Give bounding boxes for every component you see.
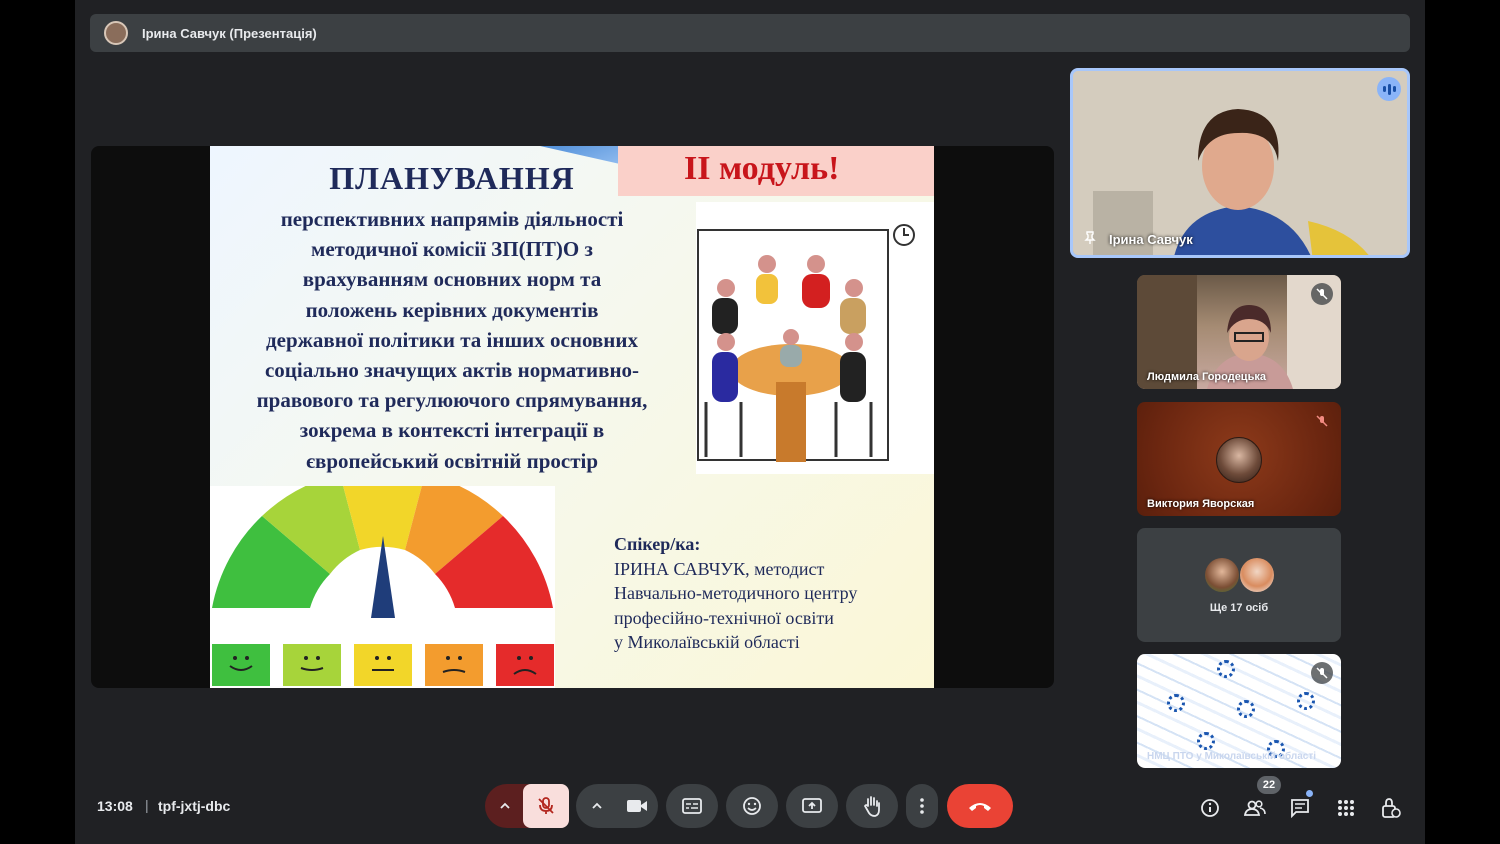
participant-tile[interactable]: Виктория Яворская — [1137, 402, 1341, 516]
hang-up-icon — [969, 803, 991, 811]
pin-icon — [1084, 231, 1096, 244]
speaker-line: ІРИНА САВЧУК, методист — [614, 558, 825, 579]
mic-off-icon — [1311, 410, 1333, 432]
raise-hand-button[interactable] — [846, 784, 898, 828]
others-count-label: Ще 17 осіб — [1209, 602, 1269, 614]
presenter-bar: Ірина Савчук (Презентація) — [90, 14, 1410, 52]
captions-icon — [682, 798, 702, 814]
reactions-button[interactable] — [726, 784, 778, 828]
mic-off-icon — [538, 797, 554, 814]
slide-body-line: положень керівних документів — [305, 297, 599, 322]
camera-toggle-button[interactable] — [620, 798, 654, 814]
present-screen-button[interactable] — [786, 784, 838, 828]
avatar — [1205, 558, 1239, 592]
participant-name: Виктория Яворская — [1147, 498, 1255, 510]
host-controls-lock-icon[interactable] — [1377, 794, 1405, 822]
participant-tile[interactable]: НМЦ ПТО у Миколаївській області — [1137, 654, 1341, 768]
more-vert-icon — [920, 798, 924, 814]
slide-body-line: правового та регулюючого спрямування, — [256, 388, 648, 413]
shared-screen[interactable]: ІІ модуль! ПЛАНУВАННЯ перспективних напр… — [91, 146, 1054, 688]
slide-body-line: врахуванням основних норм та — [302, 267, 602, 292]
slide-title: ПЛАНУВАННЯ — [329, 160, 575, 196]
control-bar: 13:08 | tpf-jxtj-dbc 22 — [75, 776, 1425, 836]
slide-body-line: соціально значущих актів нормативно- — [264, 358, 640, 383]
camera-control-group — [576, 784, 658, 828]
participant-tile[interactable]: Людмила Городецька — [1137, 275, 1341, 389]
activities-icon[interactable] — [1332, 794, 1360, 822]
presenter-avatar — [104, 21, 128, 45]
emoji-icon — [743, 797, 761, 815]
avatar — [1240, 558, 1274, 592]
captions-button[interactable] — [666, 784, 718, 828]
participant-name: Ірина Савчук — [1109, 232, 1193, 247]
people-icon[interactable] — [1241, 794, 1269, 822]
logo-pattern — [1237, 700, 1255, 718]
camera-options-chevron-icon[interactable] — [584, 800, 610, 812]
participant-name: НМЦ ПТО у Миколаївській області — [1147, 751, 1317, 762]
slide-body-line: державної політики та інших основних — [266, 327, 638, 352]
slide-body-line: перспективних напрямів діяльності — [280, 207, 624, 231]
speaker-label: Спікер/ка: — [614, 534, 701, 554]
speaker-line: у Миколаївській області — [614, 632, 800, 652]
hand-icon — [863, 796, 880, 817]
present-icon — [802, 798, 822, 813]
mic-toggle-button[interactable] — [523, 784, 569, 828]
logo-pattern — [1297, 692, 1315, 710]
speaker-line: професійно-технічної освіти — [614, 607, 834, 628]
meeting-info-icon[interactable] — [1196, 794, 1224, 822]
meeting-code: tpf-jxtj-dbc — [158, 798, 231, 814]
satisfaction-gauge — [210, 486, 555, 688]
slide-body-line: методичної комісії ЗП(ПТ)О з — [311, 237, 593, 262]
slide-body: перспективних напрямів діяльності методи… — [210, 204, 694, 476]
mic-options-chevron-icon[interactable] — [485, 784, 525, 828]
speaking-indicator-icon — [1377, 77, 1401, 101]
slide-body-line: європейський освітній простір — [305, 448, 599, 473]
logo-pattern — [1217, 660, 1235, 678]
meeting-time: 13:08 — [97, 798, 133, 814]
end-call-button[interactable] — [947, 784, 1013, 828]
mic-control-group — [485, 784, 569, 828]
logo-pattern — [1197, 732, 1215, 750]
people-count-badge: 22 — [1257, 776, 1281, 794]
presenter-label: Ірина Савчук (Презентація) — [142, 25, 317, 41]
more-options-button[interactable] — [906, 784, 938, 828]
logo-pattern — [1167, 694, 1185, 712]
speaker-info: Спікер/ка: ІРИНА САВЧУК, методист Навчал… — [614, 532, 857, 655]
participant-video — [1073, 71, 1407, 255]
meeting-table-illustration — [696, 202, 934, 474]
chat-notification-dot — [1306, 790, 1313, 797]
module-label: ІІ модуль! — [684, 150, 840, 187]
presentation-slide: ІІ модуль! ПЛАНУВАННЯ перспективних напр… — [210, 146, 934, 688]
camera-icon — [627, 800, 647, 812]
slide-body-line: зокрема в контексті інтеграції в — [299, 418, 605, 443]
participant-tile-main[interactable]: Ірина Савчук — [1070, 68, 1410, 258]
mic-off-icon — [1311, 283, 1333, 305]
speaker-line: Навчально-методичного центру — [614, 583, 858, 603]
separator: | — [145, 797, 149, 813]
avatar — [1216, 437, 1262, 483]
mic-off-icon — [1311, 662, 1333, 684]
participant-name: Людмила Городецька — [1147, 371, 1266, 383]
others-tile[interactable]: Ще 17 осіб — [1137, 528, 1341, 642]
chat-icon[interactable] — [1286, 794, 1314, 822]
meeting-stage: Ірина Савчук (Презентація) ІІ модуль! ПЛ… — [75, 0, 1425, 844]
